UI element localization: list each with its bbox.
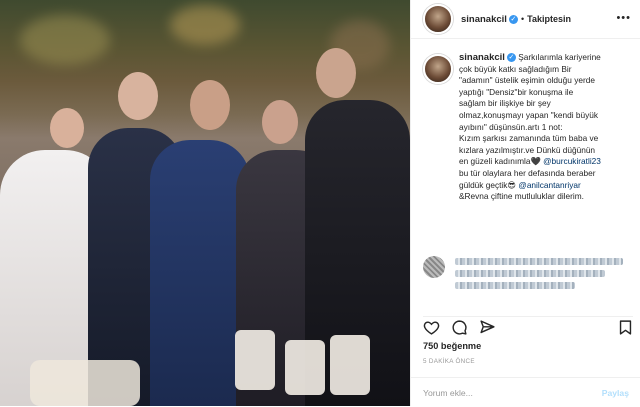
- verified-badge-icon: ✓: [506, 53, 516, 63]
- share-icon[interactable]: [479, 319, 496, 336]
- comment-box: Yorum ekle... Paylaş: [411, 377, 640, 407]
- heart-icon[interactable]: [423, 319, 440, 336]
- mention-link[interactable]: @anilcantanriyar: [518, 180, 580, 190]
- post-photo[interactable]: [0, 0, 410, 406]
- caption-text: Şarkılarımla kariyerine çok büyük katkı …: [459, 52, 601, 167]
- action-bar: [423, 316, 633, 337]
- follow-status[interactable]: Takiptesin: [527, 14, 571, 24]
- avatar: [423, 256, 445, 278]
- username-link[interactable]: sinanakcil: [461, 14, 507, 25]
- post-comment-button[interactable]: Paylaş: [602, 388, 629, 398]
- background-bokeh: [170, 5, 240, 45]
- background-bokeh: [20, 15, 110, 65]
- blurred-text: [455, 282, 575, 289]
- avatar[interactable]: [423, 4, 453, 34]
- post-timestamp: 5 DAKİKA ÖNCE: [423, 358, 475, 365]
- verified-badge-icon: ✓: [508, 14, 518, 24]
- separator-dot: •: [520, 14, 525, 24]
- caption-text: &Revna çiftine mutluluklar dilerim.: [459, 191, 584, 202]
- candle: [330, 335, 370, 395]
- chair: [30, 360, 140, 406]
- mention-link[interactable]: @burcukiratli23: [543, 156, 601, 166]
- comment-icon[interactable]: [451, 319, 468, 336]
- blurred-text: [455, 270, 605, 277]
- more-options-icon[interactable]: •••: [616, 12, 631, 24]
- person-face: [316, 48, 356, 98]
- post-caption: sinanakcil ✓ Şarkılarımla kariyerine çok …: [459, 52, 635, 203]
- like-count[interactable]: 750 beğenme: [423, 341, 481, 351]
- blurred-text: [455, 258, 623, 265]
- post-header: sinanakcil ✓ • Takiptesin •••: [411, 0, 640, 39]
- candle: [285, 340, 325, 395]
- candle: [235, 330, 275, 390]
- person-face: [50, 108, 84, 148]
- post-side-panel: sinanakcil ✓ • Takiptesin ••• sinanakcil…: [410, 0, 640, 406]
- person-face: [190, 80, 230, 130]
- caption-username[interactable]: sinanakcil: [459, 52, 505, 63]
- bookmark-icon[interactable]: [617, 319, 634, 336]
- avatar[interactable]: [423, 54, 453, 84]
- person-face: [118, 72, 158, 120]
- comment-input[interactable]: Yorum ekle...: [423, 388, 473, 398]
- person-face: [262, 100, 298, 144]
- blurred-comment: [423, 254, 633, 300]
